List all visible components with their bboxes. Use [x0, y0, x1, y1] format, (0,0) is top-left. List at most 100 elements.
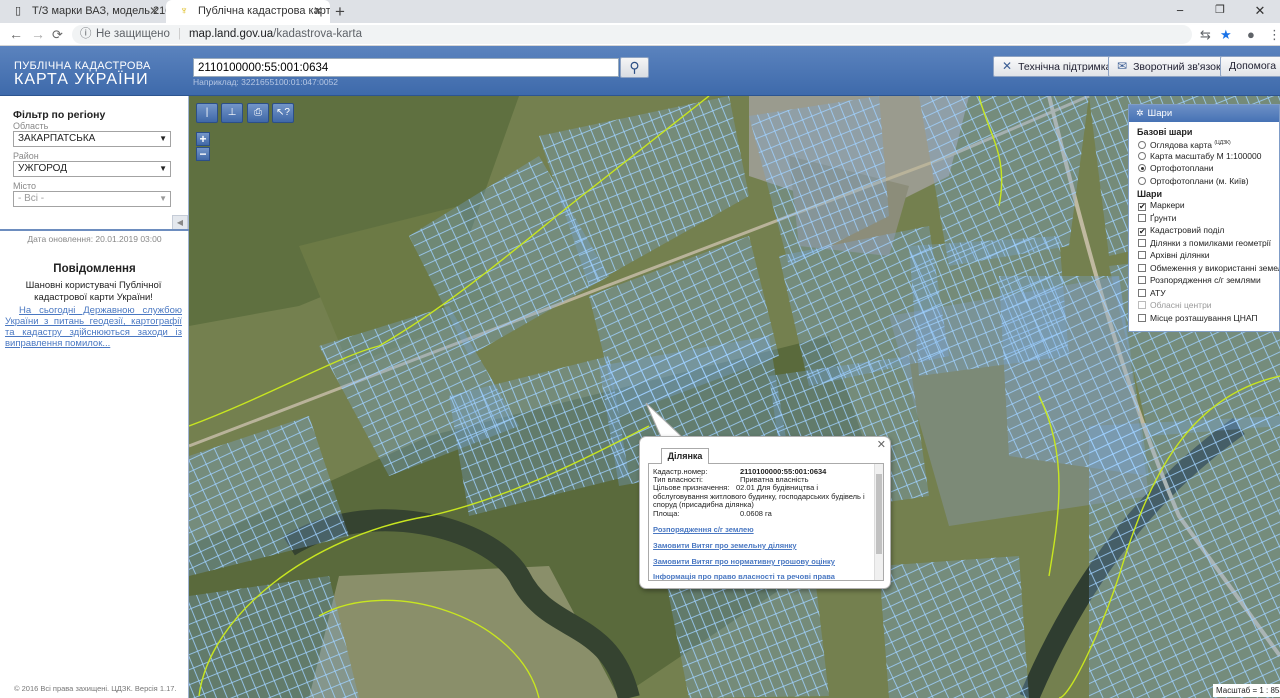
- layer-archive[interactable]: Архівні ділянки: [1129, 249, 1279, 262]
- tab-parcel[interactable]: Ділянка: [661, 448, 709, 464]
- layer-regional-centers: Обласні центри: [1129, 299, 1279, 312]
- radio-button-selected[interactable]: [1138, 164, 1146, 172]
- checkbox[interactable]: [1138, 288, 1146, 297]
- layer-label: Кадастровий поділ: [1150, 225, 1225, 235]
- browser-tab-bar: ▯ Т/З марки ВАЗ, модель 21043, 2 ✕ ♆ Пуб…: [0, 0, 1280, 23]
- layers-panel-header[interactable]: ✲ Шари: [1129, 105, 1279, 122]
- support-label: Технічна підтримка: [1018, 61, 1112, 73]
- zoom-in-button[interactable]: +: [196, 132, 210, 146]
- notice-link[interactable]: На сьогодні Державною службою України з …: [5, 305, 182, 349]
- layer-label: Архівні ділянки: [1150, 250, 1210, 260]
- tab-title: Т/З марки ВАЗ, модель 21043, 2: [32, 5, 166, 17]
- checkbox[interactable]: [1138, 213, 1146, 222]
- layer-atu[interactable]: АТУ: [1129, 287, 1279, 300]
- chevron-down-icon: ▼: [159, 164, 167, 173]
- checkbox[interactable]: [1138, 251, 1146, 259]
- base-layer-orthophoto[interactable]: Ортофотоплани: [1129, 162, 1279, 175]
- chevron-down-icon: ▼: [159, 194, 167, 203]
- feedback-button[interactable]: ✉ Зворотний зв'язок: [1108, 56, 1230, 77]
- ruler-icon: |: [205, 107, 209, 118]
- info-icon[interactable]: ⓘ: [80, 25, 92, 44]
- search-button[interactable]: ⚲: [620, 57, 649, 78]
- address-field[interactable]: ⓘ Не защищено | map.land.gov.ua/kadastrova…: [72, 25, 1192, 44]
- layer-label: Ґрунти: [1150, 212, 1177, 223]
- checkbox[interactable]: [1138, 238, 1146, 247]
- overlay-layers-title: Шари: [1137, 189, 1163, 199]
- ownership-info-link[interactable]: Інформація про право власності та речові…: [653, 572, 835, 580]
- base-layer-overview[interactable]: Оглядова карта (ЦДЗК): [1129, 137, 1279, 150]
- checkbox-checked[interactable]: ✔: [1138, 203, 1146, 211]
- zoom-out-button[interactable]: −: [196, 147, 210, 161]
- maximize-button[interactable]: ❐: [1200, 0, 1240, 23]
- checkbox[interactable]: [1138, 313, 1146, 322]
- radio-button[interactable]: [1138, 151, 1146, 160]
- cadastral-search-input[interactable]: [193, 58, 619, 77]
- layer-label: Маркери: [1150, 200, 1185, 210]
- layer-label: Ділянки з помилками геометрії: [1150, 237, 1271, 248]
- popup-scrollbar[interactable]: [874, 464, 883, 580]
- layer-agri-disposal[interactable]: Розпорядження с/г землями: [1129, 274, 1279, 287]
- print-button[interactable]: ⎙: [247, 103, 269, 123]
- checkbox-checked[interactable]: ✔: [1138, 228, 1146, 236]
- layer-cadastral[interactable]: ✔ Кадастровий поділ: [1129, 224, 1279, 237]
- help-label: Допомога: [1229, 60, 1277, 72]
- base-layer-label: Оглядова карта: [1150, 139, 1212, 150]
- tab-cadastral-map[interactable]: ♆ Публічна кадастрова карта Укра ✕: [166, 0, 330, 23]
- scrollbar-thumb[interactable]: [876, 474, 882, 554]
- order-valuation-link[interactable]: Замовити Витяг про нормативну грошову оц…: [653, 557, 835, 566]
- layer-label: Розпорядження с/г землями: [1150, 275, 1261, 285]
- close-window-button[interactable]: ✕: [1240, 0, 1280, 23]
- tab-close-icon[interactable]: ✕: [149, 0, 159, 23]
- ruler-tool-button[interactable]: |: [196, 103, 218, 123]
- back-button[interactable]: ←: [9, 23, 23, 46]
- area-label: Площа:: [653, 509, 680, 518]
- base-layer-map-100000[interactable]: Карта масштабу М 1:100000: [1129, 150, 1279, 163]
- identify-button[interactable]: ↖?: [272, 103, 294, 123]
- translate-icon[interactable]: ⇆: [1200, 23, 1211, 46]
- tab-vaz[interactable]: ▯ Т/З марки ВАЗ, модель 21043, 2 ✕: [0, 0, 166, 23]
- parcel-info-body: Кадастр.номер: 2110100000:55:001:0634 Ти…: [648, 463, 884, 581]
- checkbox[interactable]: [1138, 263, 1146, 272]
- collapse-sidebar-button[interactable]: ◀: [172, 215, 188, 230]
- order-extract-link[interactable]: Замовити Витяг про земельну ділянку: [653, 541, 797, 550]
- layer-restrictions[interactable]: Обмеження у використанні земель: [1129, 262, 1279, 275]
- reload-button[interactable]: ⟳: [52, 23, 63, 46]
- area-tool-button[interactable]: ⊥: [221, 103, 243, 123]
- help-button[interactable]: Допомога: [1220, 56, 1280, 77]
- bookmark-star-icon[interactable]: ★: [1220, 23, 1232, 46]
- city-select[interactable]: - Всі - ▼: [13, 191, 171, 207]
- district-value: УЖГОРОД: [18, 163, 67, 174]
- minimize-button[interactable]: −: [1160, 0, 1200, 23]
- region-value: ЗАКАРПАТСЬКА: [18, 133, 96, 144]
- close-icon[interactable]: ✕: [877, 438, 886, 451]
- tab-close-icon[interactable]: ✕: [313, 0, 323, 23]
- notice-text: Шановні користувачі Публічної кадастрово…: [25, 280, 162, 303]
- layer-label: Обмеження у використанні земель: [1150, 262, 1279, 273]
- radio-button[interactable]: [1138, 140, 1146, 149]
- url-separator: |: [177, 28, 181, 40]
- layer-markers[interactable]: ✔ Маркери: [1129, 199, 1279, 212]
- copyright: © 2016 Всі права захищені. ЦДЗК. Версія …: [14, 684, 177, 693]
- region-select[interactable]: ЗАКАРПАТСЬКА ▼: [13, 131, 171, 147]
- forward-button[interactable]: →: [31, 23, 45, 46]
- new-tab-button[interactable]: +: [335, 0, 345, 23]
- chevron-left-icon: ◀: [176, 218, 184, 227]
- map-view[interactable]: | ⊥ ⎙ ↖? + − ✲ Шари Базові шари Оглядова …: [189, 96, 1280, 698]
- search-icon: ⚲: [629, 59, 640, 75]
- support-button[interactable]: ✕ Технічна підтримка: [993, 56, 1121, 77]
- layer-geometry-errors[interactable]: Ділянки з помилками геометрії: [1129, 237, 1279, 250]
- gear-icon: ✲: [1136, 108, 1144, 118]
- orthophoto-map[interactable]: [189, 96, 1280, 698]
- layer-soils[interactable]: Ґрунти: [1129, 212, 1279, 225]
- checkbox[interactable]: [1138, 276, 1146, 284]
- radio-button[interactable]: [1138, 176, 1146, 185]
- map-scale: Масштаб = 1 : 8531: [1213, 684, 1280, 697]
- agri-disposal-link[interactable]: Розпорядження с/г землею: [653, 525, 754, 534]
- layer-label: АТУ: [1150, 287, 1166, 298]
- menu-icon[interactable]: ⋮: [1268, 23, 1280, 46]
- address-bar-row: ← → ⟳ ⓘ Не защищено | map.land.gov.ua/kada…: [0, 23, 1280, 46]
- account-icon[interactable]: ●: [1247, 23, 1255, 46]
- layer-cnap[interactable]: Місце розташування ЦНАП: [1129, 312, 1279, 325]
- district-select[interactable]: УЖГОРОД ▼: [13, 161, 171, 177]
- base-layer-orthophoto-kyiv[interactable]: Ортофотоплани (м. Київ): [1129, 175, 1279, 188]
